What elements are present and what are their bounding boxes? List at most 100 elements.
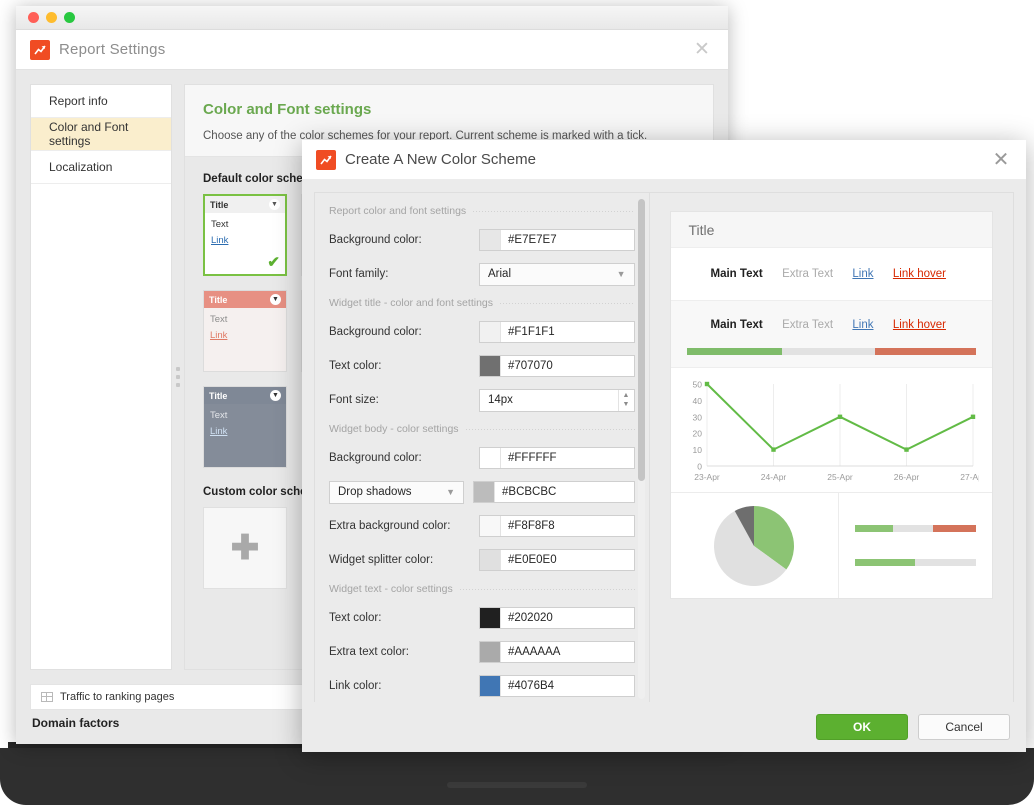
svg-text:25-Apr: 25-Apr (827, 472, 853, 482)
preview-line-chart: 0 10 20 30 40 50 23-Apr 24-Apr 25-Apr 26-Apr 27-Ap… (670, 367, 992, 492)
mini-progress-bar (854, 524, 976, 532)
field-label: Text color: (329, 612, 382, 624)
stepper-value: 14px (488, 394, 513, 406)
color-input[interactable]: #BCBCBC (473, 481, 635, 503)
dialog-body: Report color and font settings Background… (302, 180, 1026, 708)
font-family-select[interactable]: Arial ▼ (479, 262, 635, 286)
field-label: Background color: (329, 452, 422, 464)
window-minimize-dot[interactable] (46, 12, 57, 23)
color-swatch[interactable] (480, 676, 501, 696)
window-close-dot[interactable] (28, 12, 39, 23)
bar-segment (874, 348, 976, 355)
color-input[interactable]: #E0E0E0 (479, 549, 635, 571)
pie-chart-svg (714, 505, 795, 586)
scheme-title-bar: Title ▼ (205, 196, 285, 213)
bar-segment (782, 348, 875, 355)
window-zoom-dot[interactable] (64, 12, 75, 23)
color-scheme-thumbnail[interactable]: Title ▼ Text Link (203, 386, 287, 468)
panel-splitter[interactable] (172, 84, 184, 670)
form-scrollbar[interactable] (637, 199, 645, 699)
field-label: Background color: (329, 234, 422, 246)
scheme-body: Text Link (205, 213, 285, 252)
scheme-text-sample: Text (210, 410, 228, 421)
os-titlebar (16, 6, 728, 30)
field-label: Text color: (329, 360, 382, 372)
preview-main-text: Main Text (710, 318, 763, 331)
color-swatch[interactable] (480, 448, 501, 468)
drop-shadows-select[interactable]: Drop shadows ▼ (329, 480, 464, 504)
preview-link-text[interactable]: Link (852, 268, 873, 280)
preview-link-hover-text[interactable]: Link hover (893, 268, 946, 280)
svg-text:20: 20 (692, 429, 702, 439)
color-swatch[interactable] (474, 482, 495, 502)
color-scheme-thumbnail[interactable]: Title ▼ Text Link (203, 290, 287, 372)
preview-pane: Title Main Text Extra Text Link Link hov… (649, 192, 1014, 708)
ok-button[interactable]: OK (816, 714, 908, 740)
dialog-header: Create A New Color Scheme ✕ (302, 140, 1026, 180)
create-color-scheme-dialog: Create A New Color Scheme ✕ Report color… (302, 140, 1026, 752)
svg-text:0: 0 (697, 462, 702, 472)
scheme-text-sample: Text (210, 314, 228, 325)
chevron-down-icon[interactable]: ▼ (269, 199, 280, 210)
chevron-down-icon: ▼ (446, 487, 455, 497)
preview-link-text[interactable]: Link (852, 319, 873, 331)
svg-text:10: 10 (692, 445, 702, 455)
field-label: Link color: (329, 680, 382, 692)
sidebar-item-report-info[interactable]: Report info (31, 85, 171, 118)
form-scrollbar-thumb[interactable] (637, 199, 645, 481)
table-icon (41, 692, 53, 702)
dialog-close-button[interactable]: ✕ (990, 149, 1012, 171)
preview-link-hover-text[interactable]: Link hover (893, 319, 946, 331)
font-size-stepper[interactable]: 14px ▲ ▼ (479, 388, 635, 412)
color-swatch[interactable] (480, 642, 501, 662)
scheme-link-sample: Link (210, 330, 228, 341)
svg-text:26-Apr: 26-Apr (893, 472, 919, 482)
bar-segment (854, 559, 916, 567)
color-input[interactable]: #202020 (479, 607, 635, 629)
field-label: Extra text color: (329, 646, 409, 658)
color-input[interactable]: #F8F8F8 (479, 515, 635, 537)
color-value: #4076B4 (508, 680, 555, 692)
color-value: #BCBCBC (502, 486, 557, 498)
add-custom-scheme-button[interactable]: ✚ (203, 507, 287, 589)
mini-progress-bar (854, 559, 976, 567)
chevron-down-icon[interactable]: ▼ (270, 294, 281, 305)
color-input[interactable]: #AAAAAA (479, 641, 635, 663)
color-swatch[interactable] (480, 516, 501, 536)
chevron-down-icon[interactable]: ▼ (270, 390, 281, 401)
form-row: Font size: 14px ▲ ▼ (329, 386, 635, 414)
color-swatch[interactable] (480, 608, 501, 628)
color-swatch[interactable] (480, 356, 501, 376)
color-input[interactable]: #F1F1F1 (479, 321, 635, 343)
sidebar-item-color-and-font-settings[interactable]: Color and Font settings (31, 118, 171, 151)
sidebar-item-localization[interactable]: Localization (31, 151, 171, 184)
preview-text-row: Main Text Extra Text Link Link hover (671, 248, 992, 300)
stepper-arrows[interactable]: ▲ ▼ (617, 389, 634, 411)
bar-segment (933, 524, 976, 532)
scheme-title-bar: Title ▼ (204, 291, 286, 308)
scheme-body: Text Link (204, 404, 286, 443)
preview-widget: Title Main Text Extra Text Link Link hov… (669, 211, 993, 599)
form-group-label-text: Widget body - color settings (329, 423, 459, 435)
color-input[interactable]: #707070 (479, 355, 635, 377)
form-group-label: Widget text - color settings (329, 583, 635, 595)
color-input[interactable]: #E7E7E7 (479, 229, 635, 251)
form-row: Font family: Arial ▼ (329, 260, 635, 288)
bar-segment (686, 348, 783, 355)
color-swatch[interactable] (480, 550, 501, 570)
form-row: Widget splitter color: #E0E0E0 (329, 546, 635, 574)
sidebar-item-label: Report info (49, 94, 108, 108)
color-swatch[interactable] (480, 230, 501, 250)
color-input[interactable]: #4076B4 (479, 675, 635, 697)
color-input[interactable]: #FFFFFF (479, 447, 635, 469)
cancel-button[interactable]: Cancel (918, 714, 1010, 740)
window-close-button[interactable]: ✕ (692, 39, 712, 60)
sidebar-item-label: Localization (49, 160, 113, 174)
form-row: Background color: #FFFFFF (329, 444, 635, 472)
chevron-up-icon: ▲ (622, 392, 630, 399)
form-row: Background color: #F1F1F1 (329, 318, 635, 346)
color-scheme-thumbnail[interactable]: Title ▼ Text Link ✔ (203, 194, 287, 276)
form-group-label: Widget title - color and font settings (329, 297, 635, 309)
color-swatch[interactable] (480, 322, 501, 342)
select-value: Drop shadows (338, 486, 412, 498)
